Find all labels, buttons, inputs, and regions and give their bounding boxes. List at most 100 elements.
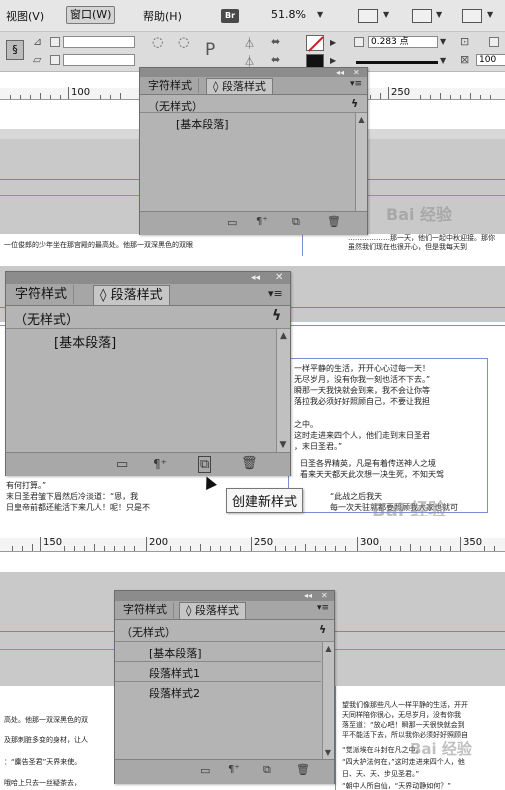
body-text-line: 一样平静的生活，开开心心过每一天！ <box>294 364 430 373</box>
control-bar: § ⊿ ▱ ◌ ◌ P ⏃ ⬌ ⏃ ⬌ ▶ ▶ 0.283 点 ▼ ▼ ⊡ ⊠ … <box>0 32 505 72</box>
zoom-dropdown-icon[interactable]: ▼ <box>317 10 323 19</box>
rotate-field[interactable] <box>63 36 135 48</box>
menu-window[interactable]: 窗口(W) <box>66 6 116 24</box>
clear-overrides-icon[interactable]: ¶⁺ <box>153 457 167 471</box>
trash-icon[interactable]: 🗑 <box>241 456 258 471</box>
folder-icon[interactable]: ▭ <box>116 457 128 472</box>
body-text-line: ，末日圣君。” <box>294 442 343 451</box>
body-text-line: 瞬那一天我快就会到来，我不会让你等 <box>294 386 430 395</box>
frame-fitting-icon[interactable]: ⊡ <box>460 35 469 48</box>
panel-menu-icon[interactable]: ▾≡ <box>350 79 362 89</box>
trash-icon[interactable]: 🗑 <box>327 215 341 228</box>
corner-value-field[interactable]: 100 <box>476 54 505 66</box>
shear-stepper[interactable] <box>50 55 60 65</box>
panel-separator <box>115 681 321 682</box>
fill-caret-icon[interactable]: ▶ <box>330 38 336 47</box>
folder-icon[interactable]: ▭ <box>200 764 210 777</box>
stroke-type-dropdown-icon[interactable]: ▼ <box>440 56 446 65</box>
new-style-icon[interactable]: ⧉ <box>292 215 300 229</box>
opacity-checkbox[interactable] <box>489 37 499 47</box>
tab-paragraph-styles-label: 段落样式 <box>194 604 239 617</box>
tab-character-styles[interactable]: 字符样式 <box>117 602 174 618</box>
shear-field[interactable] <box>63 54 135 66</box>
style-row-basic-paragraph[interactable]: [基本段落] <box>176 116 229 132</box>
fill-swatch-none-icon[interactable] <box>306 35 324 51</box>
tab-character-styles[interactable]: 字符样式 <box>9 285 75 304</box>
collapse-panel-icon[interactable]: ◂◂ <box>336 68 344 77</box>
panel-separator <box>140 112 367 113</box>
rotate-cw-icon[interactable]: ◌ <box>152 35 163 50</box>
view-options-caret-icon[interactable]: ▼ <box>383 10 389 19</box>
panel-titlebar[interactable]: ◂◂ ✕ <box>115 591 334 601</box>
panel-titlebar[interactable]: ◂◂ ✕ <box>140 68 367 77</box>
arrange-caret-icon[interactable]: ▼ <box>487 10 493 19</box>
clear-overrides-icon[interactable]: ¶⁺ <box>228 764 240 775</box>
scroll-up-icon[interactable]: ▲ <box>323 644 334 653</box>
close-panel-icon[interactable]: ✕ <box>321 591 328 600</box>
tab-paragraph-styles[interactable]: ◊ 段落样式 <box>206 78 273 94</box>
panel-titlebar[interactable]: ◂◂ ✕ <box>6 272 290 284</box>
scroll-up-icon[interactable]: ▲ <box>277 331 290 341</box>
close-panel-icon[interactable]: ✕ <box>275 272 283 283</box>
body-text-line: 天同样陪你很心，无尽岁月，没有你我 <box>342 711 461 719</box>
stroke-caret-icon[interactable]: ▶ <box>330 56 336 65</box>
style-row-paragraph-style-1[interactable]: 段落样式1 <box>149 665 200 681</box>
stroke-weight-field[interactable]: 0.283 点 <box>368 36 438 48</box>
rotate-stepper[interactable] <box>50 37 60 47</box>
panel-tab-row: 字符样式 ◊ 段落样式 ▾≡ <box>140 77 367 95</box>
stroke-swatch-icon[interactable] <box>306 54 324 68</box>
panel-separator <box>115 661 321 662</box>
align-icon[interactable]: ⬌ <box>271 53 280 66</box>
stroke-weight-dropdown-icon[interactable]: ▼ <box>440 37 446 46</box>
corner-options-icon[interactable]: ⊠ <box>460 53 469 66</box>
tab-paragraph-styles[interactable]: ◊ 段落样式 <box>179 602 246 619</box>
new-style-icon[interactable]: ⧉ <box>263 763 271 777</box>
none-style-row[interactable]: （无样式） <box>14 309 79 328</box>
none-style-row[interactable]: （无样式） <box>121 624 176 640</box>
scroll-down-icon[interactable]: ▼ <box>277 440 289 450</box>
panel-scrollbar[interactable]: ▲ ▼ <box>276 329 290 452</box>
view-options-icon[interactable] <box>358 9 378 23</box>
flip-horizontal-icon[interactable]: ⏃ <box>244 35 255 51</box>
distribute-icon[interactable]: ⬌ <box>271 35 280 48</box>
panel-menu-icon[interactable]: ▾≡ <box>317 603 329 613</box>
body-text-line: “朝中人所自仙，“天界动静如何？” <box>342 782 451 790</box>
body-text-line: 落至道：“放心吧！瞬那一天很快就会到 <box>342 721 465 729</box>
horizontal-ruler[interactable]: 150 200 250 300 350 <box>0 537 505 552</box>
menu-help[interactable]: 帮助(H) <box>143 8 182 24</box>
text-frame-icon[interactable]: P <box>205 40 215 60</box>
panel-footer: ▭ ¶⁺ ⧉ 🗑 <box>6 452 290 476</box>
style-row-basic-paragraph[interactable]: [基本段落] <box>149 645 202 661</box>
reference-point-icon[interactable]: § <box>6 40 24 60</box>
style-row-paragraph-style-2[interactable]: 段落样式2 <box>149 685 200 701</box>
new-style-icon[interactable]: ⧉ <box>198 456 212 473</box>
zoom-level[interactable]: 51.8% <box>271 8 306 21</box>
menu-view[interactable]: 视图(V) <box>6 8 44 24</box>
close-panel-icon[interactable]: ✕ <box>353 68 360 77</box>
panel-scrollbar[interactable]: ▲ ▼ <box>322 642 334 759</box>
panel-scrollbar[interactable]: ▲ <box>355 113 367 211</box>
tab-paragraph-styles[interactable]: ◊ 段落样式 <box>93 285 170 305</box>
screen-mode-icon[interactable] <box>412 9 432 23</box>
style-row-basic-paragraph[interactable]: [基本段落] <box>54 332 116 351</box>
collapse-panel-icon[interactable]: ◂◂ <box>304 591 312 600</box>
ruler-label: 250 <box>391 87 411 98</box>
bridge-badge[interactable]: Br <box>221 9 239 23</box>
panel-menu-icon[interactable]: ▾≡ <box>268 287 283 300</box>
panel-separator <box>115 641 334 642</box>
folder-icon[interactable]: ▭ <box>227 216 237 229</box>
trash-icon[interactable]: 🗑 <box>296 763 310 776</box>
screen-mode-caret-icon[interactable]: ▼ <box>436 10 442 19</box>
tab-character-styles[interactable]: 字符样式 <box>142 78 199 93</box>
collapse-panel-icon[interactable]: ◂◂ <box>251 273 260 283</box>
stroke-weight-stepper[interactable] <box>354 37 364 47</box>
scroll-up-icon[interactable]: ▲ <box>356 115 367 124</box>
scroll-down-icon[interactable]: ▼ <box>323 748 333 757</box>
page-top-area <box>0 552 505 572</box>
rotate-ccw-icon[interactable]: ◌ <box>178 35 189 50</box>
stroke-type-preview[interactable] <box>356 61 438 64</box>
rotate-angle-icon: ⊿ <box>33 35 43 48</box>
arrange-documents-icon[interactable] <box>462 9 482 23</box>
clear-overrides-icon[interactable]: ¶⁺ <box>256 216 268 227</box>
paragraph-styles-panel-zoomed: ◂◂ ✕ 字符样式 ◊ 段落样式 ▾≡ （无样式） ϟ [基本段落] ▲ ▼ ▭… <box>5 271 291 476</box>
